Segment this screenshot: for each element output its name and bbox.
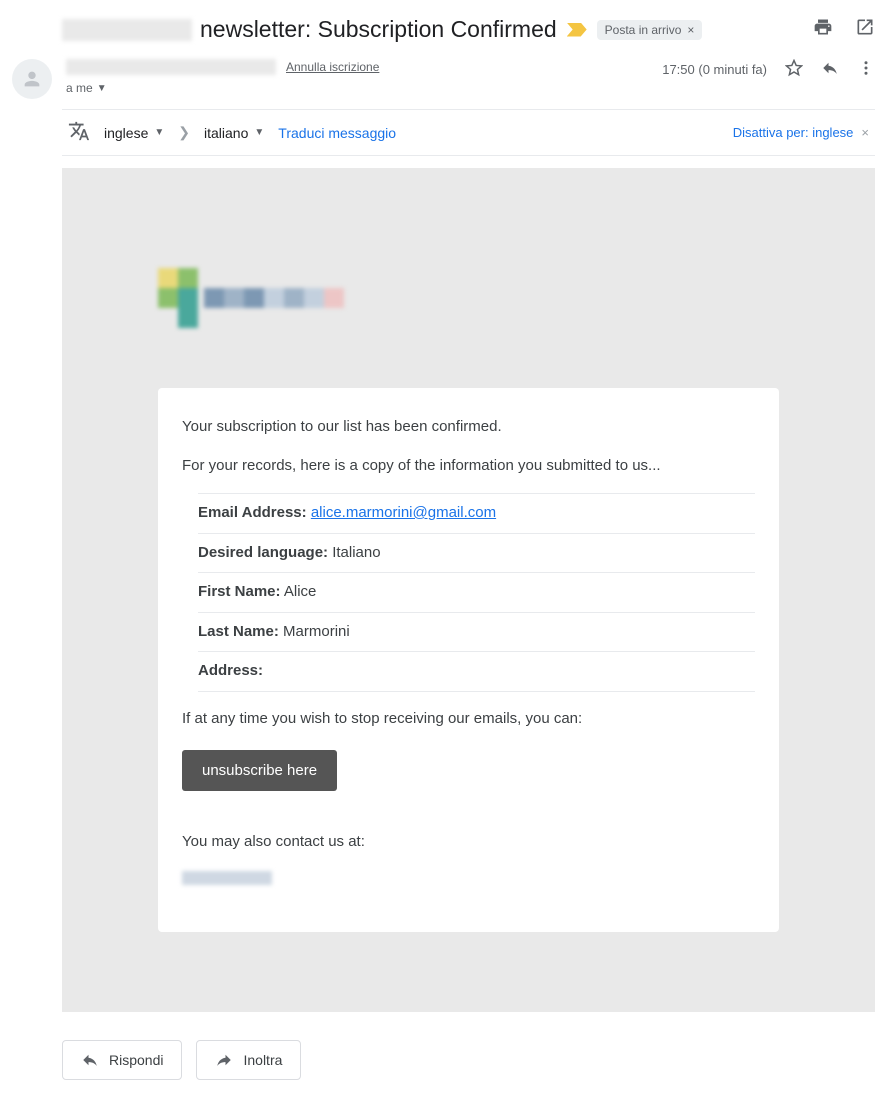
reply-arrow-icon [81, 1051, 99, 1069]
translate-bar: inglese ▼ ❯ italiano ▼ Traduci messaggio… [62, 109, 875, 156]
caret-down-icon: ▼ [154, 127, 164, 138]
print-icon[interactable] [813, 17, 833, 42]
translate-from-label: inglese [104, 125, 148, 141]
field-label: Address: [198, 662, 263, 679]
stop-text: If at any time you wish to stop receivin… [182, 708, 755, 731]
redacted-sender-name [62, 19, 192, 41]
field-first-name: First Name: Alice [198, 572, 755, 612]
sender-row: Annulla iscrizione a me ▼ 17:50 (0 minut… [12, 55, 875, 103]
submitted-fields: Email Address: alice.marmorini@gmail.com… [198, 493, 755, 692]
chevron-right-icon: ❯ [178, 124, 190, 141]
reply-label: Rispondi [109, 1052, 163, 1068]
email-body: Your subscription to our list has been c… [62, 168, 875, 1012]
reply-button[interactable]: Rispondi [62, 1040, 182, 1080]
contact-text: You may also contact us at: [182, 831, 755, 854]
caret-down-icon: ▼ [254, 127, 264, 138]
forward-label: Inoltra [243, 1052, 282, 1068]
field-label: Desired language: [198, 544, 328, 561]
remove-label-icon[interactable]: × [687, 23, 694, 37]
open-new-window-icon[interactable] [855, 17, 875, 42]
field-label: First Name: [198, 583, 281, 600]
to-details-caret-icon[interactable]: ▼ [97, 83, 107, 94]
translate-from[interactable]: inglese ▼ [104, 125, 164, 141]
redacted-contact [182, 871, 272, 885]
unsubscribe-link[interactable]: Annulla iscrizione [286, 60, 379, 74]
confirmation-card: Your subscription to our list has been c… [158, 388, 779, 932]
reply-icon[interactable] [821, 59, 839, 80]
forward-button[interactable]: Inoltra [196, 1040, 301, 1080]
field-last-name: Last Name: Marmorini [198, 612, 755, 652]
field-value: Alice [284, 583, 317, 600]
redacted-sender [66, 59, 276, 75]
avatar[interactable] [12, 59, 52, 99]
inbox-label-chip[interactable]: Posta in arrivo × [597, 20, 703, 40]
confirm-text: Your subscription to our list has been c… [182, 416, 755, 439]
field-label: Last Name: [198, 623, 279, 640]
to-line: a me [66, 81, 93, 95]
field-language: Desired language: Italiano [198, 533, 755, 573]
more-menu-icon[interactable] [857, 59, 875, 80]
field-address: Address: [198, 651, 755, 692]
translate-disable-link[interactable]: Disattiva per: inglese [733, 125, 854, 140]
unsubscribe-button[interactable]: unsubscribe here [182, 750, 337, 791]
translate-icon [68, 120, 90, 145]
field-email: Email Address: alice.marmorini@gmail.com [198, 493, 755, 533]
sender-logo [158, 268, 779, 328]
field-value-email-link[interactable]: alice.marmorini@gmail.com [311, 504, 496, 521]
field-value: Marmorini [283, 623, 350, 640]
translate-action-link[interactable]: Traduci messaggio [278, 125, 396, 141]
footer-actions: Rispondi Inoltra [62, 1040, 875, 1080]
star-icon[interactable] [785, 59, 803, 80]
important-marker-icon[interactable] [567, 23, 587, 37]
subject-title: newsletter: Subscription Confirmed [200, 16, 557, 43]
timestamp: 17:50 (0 minuti fa) [662, 62, 767, 77]
field-value: Italiano [332, 544, 380, 561]
inbox-label-text: Posta in arrivo [605, 23, 682, 37]
forward-arrow-icon [215, 1051, 233, 1069]
field-label: Email Address: [198, 504, 307, 521]
records-text: For your records, here is a copy of the … [182, 455, 755, 478]
close-translate-icon[interactable]: × [861, 125, 869, 140]
subject-text: newsletter: Subscription Confirmed [62, 16, 557, 43]
translate-to[interactable]: italiano ▼ [204, 125, 264, 141]
translate-to-label: italiano [204, 125, 248, 141]
subject-row: newsletter: Subscription Confirmed Posta… [12, 8, 875, 55]
